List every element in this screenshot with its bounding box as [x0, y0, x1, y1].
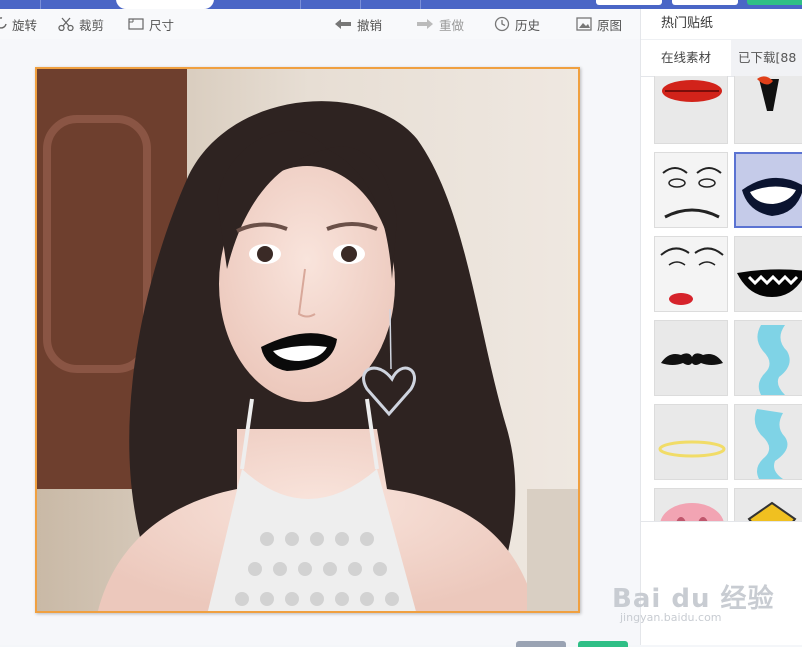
sticker-halo[interactable]	[654, 404, 728, 480]
sticker-black-grin[interactable]	[734, 236, 802, 312]
sticker-rage-face[interactable]	[654, 152, 728, 228]
nav-separator	[300, 0, 301, 9]
nav-separator	[420, 0, 421, 9]
undo-label: 撤销	[357, 17, 383, 33]
sticker-vampire-mouth[interactable]	[734, 76, 802, 144]
watermark-brand: Bai du 经验	[612, 584, 775, 614]
baidu-watermark: Bai du 经验 jingyan.baidu.com	[612, 578, 775, 624]
cancel-button[interactable]	[516, 641, 566, 647]
sticker-grid	[641, 76, 802, 522]
arrow-left-icon	[335, 19, 351, 29]
tab-online-materials[interactable]: 在线素材	[641, 40, 731, 76]
panel-tabs: 在线素材 已下载[88	[641, 39, 802, 77]
edited-photo[interactable]	[35, 67, 580, 613]
edit-toolbar: 旋转 裁剪 尺寸 撤销 重做 历史 原图	[0, 9, 640, 39]
top-nav-bar	[0, 0, 802, 9]
nav-button-secondary[interactable]	[596, 0, 662, 5]
redo-label: 重做	[439, 17, 465, 33]
vampire-mouth-icon	[757, 76, 779, 111]
confirm-button[interactable]	[578, 641, 628, 647]
crop-label: 裁剪	[79, 17, 105, 33]
sticker-gem[interactable]	[734, 488, 802, 521]
sticker-meme-face[interactable]	[654, 236, 728, 312]
size-button[interactable]: 尺寸	[128, 9, 174, 39]
nav-separator	[40, 0, 41, 9]
tab-active[interactable]	[116, 0, 214, 9]
sticker-red-lips[interactable]	[654, 76, 728, 144]
rotate-label: 旋转	[12, 17, 38, 33]
history-label: 历史	[515, 17, 541, 33]
rage-face-icon	[662, 167, 722, 219]
sticker-pig-nose[interactable]	[654, 488, 728, 521]
arrow-right-icon	[417, 19, 433, 29]
blue-wavy-shape-icon	[757, 325, 790, 395]
redo-button[interactable]: 重做	[416, 9, 464, 39]
crop-button[interactable]: 裁剪	[58, 9, 104, 39]
grin-mouth-icon	[742, 177, 802, 216]
sticker-mustache[interactable]	[654, 320, 728, 396]
sticker-panel: 热门贴纸 在线素材 已下载[88	[640, 9, 802, 645]
tab-downloaded[interactable]: 已下载[88	[731, 40, 802, 76]
undo-button[interactable]: 撤销	[334, 9, 382, 39]
nav-separator	[360, 0, 361, 9]
rotate-icon	[0, 17, 7, 29]
sticker-grin-mouth[interactable]	[734, 152, 802, 228]
mustache-icon	[661, 353, 723, 365]
panel-title: 热门贴纸	[661, 16, 714, 31]
image-icon	[576, 17, 592, 31]
scissors-icon	[58, 17, 74, 31]
pig-nose-icon	[660, 503, 724, 521]
red-lips-icon	[662, 80, 722, 102]
nav-button-secondary[interactable]	[672, 0, 738, 5]
photo-illustration	[37, 69, 578, 611]
nav-button-primary[interactable]	[747, 0, 802, 5]
size-label: 尺寸	[149, 17, 175, 33]
clock-icon	[494, 16, 510, 32]
meme-face-red-lips-icon	[660, 247, 724, 305]
original-button[interactable]: 原图	[576, 9, 622, 39]
resize-icon	[128, 18, 144, 30]
yellow-halo-icon	[658, 440, 726, 458]
sticker-blue-wave[interactable]	[734, 320, 802, 396]
yellow-gem-icon	[747, 501, 797, 521]
sticker-blue-wave-2[interactable]	[734, 404, 802, 480]
black-grin-icon	[737, 269, 802, 297]
blue-wavy-shape-icon	[754, 409, 788, 479]
rotate-button[interactable]: 旋转	[0, 9, 37, 39]
history-button[interactable]: 历史	[494, 9, 540, 39]
original-label: 原图	[597, 17, 623, 33]
